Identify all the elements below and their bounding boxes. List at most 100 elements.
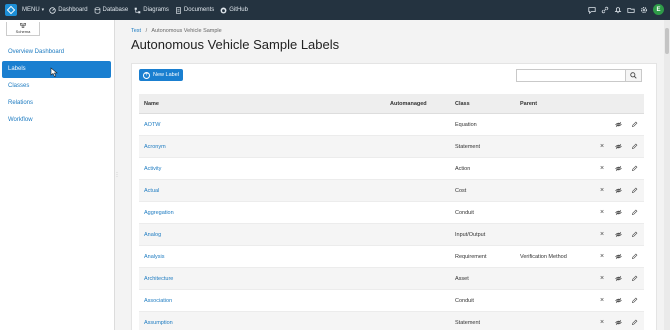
app-logo[interactable] xyxy=(5,4,17,16)
folder-icon[interactable] xyxy=(627,6,635,14)
new-label-button[interactable]: + New Label xyxy=(139,69,183,81)
edit-icon[interactable] xyxy=(630,143,638,151)
edit-icon[interactable] xyxy=(630,165,638,173)
delete-icon[interactable]: × xyxy=(598,231,606,239)
new-label-button-label: New Label xyxy=(153,72,179,78)
scrollbar-thumb[interactable] xyxy=(665,28,669,54)
edit-icon[interactable] xyxy=(630,231,638,239)
edit-icon[interactable] xyxy=(630,187,638,195)
eye-off-icon[interactable] xyxy=(614,253,622,261)
table-row[interactable]: Association Conduit × xyxy=(139,290,644,312)
column-header-automanaged[interactable]: Automanaged xyxy=(390,101,455,107)
delete-icon[interactable]: × xyxy=(598,187,606,195)
edit-icon[interactable] xyxy=(630,297,638,305)
edit-icon[interactable] xyxy=(630,319,638,327)
top-nav: MENU ▾ Dashboard Database Diagrams Docum… xyxy=(22,6,254,14)
nav-documents-label: Documents xyxy=(183,7,215,13)
nav-diagrams[interactable]: Diagrams xyxy=(134,7,169,14)
table-row[interactable]: AOTW Equation × xyxy=(139,114,644,136)
page-scrollbar[interactable] xyxy=(664,20,670,330)
edit-icon[interactable] xyxy=(630,121,638,129)
table-row[interactable]: Analog Input/Output × xyxy=(139,224,644,246)
breadcrumb-separator: / xyxy=(145,28,148,34)
eye-off-icon[interactable] xyxy=(614,121,622,129)
label-class: Statement xyxy=(455,143,481,150)
eye-off-icon[interactable] xyxy=(614,187,622,195)
delete-icon[interactable]: × xyxy=(598,143,606,151)
row-actions: × xyxy=(590,253,644,261)
nav-database[interactable]: Database xyxy=(94,6,128,14)
label-name-link[interactable]: Association xyxy=(139,298,390,304)
edit-icon[interactable] xyxy=(630,253,638,261)
diagrams-icon xyxy=(134,7,141,13)
label-name-link[interactable]: Architecture xyxy=(139,276,390,282)
gear-icon[interactable] xyxy=(640,6,648,14)
sidebar-menu: Overview Dashboard Labels Classes Relati… xyxy=(2,44,111,129)
nav-documents[interactable]: Documents xyxy=(175,6,215,14)
nav-github[interactable]: GitHub xyxy=(220,7,248,14)
table-row[interactable]: Assumption Statement × xyxy=(139,312,644,330)
label-name-link[interactable]: Analog xyxy=(139,232,390,238)
column-header-parent[interactable]: Parent xyxy=(520,101,590,107)
label-name-link[interactable]: Activity xyxy=(139,166,390,172)
table-row[interactable]: Architecture Asset × xyxy=(139,268,644,290)
eye-off-icon[interactable] xyxy=(614,231,622,239)
nav-diagrams-label: Diagrams xyxy=(143,7,169,13)
row-actions: × xyxy=(590,187,644,195)
delete-icon[interactable]: × xyxy=(598,209,606,217)
edit-icon[interactable] xyxy=(630,209,638,217)
eye-off-icon[interactable] xyxy=(614,209,622,217)
link-icon[interactable] xyxy=(601,6,609,14)
sidebar-item-classes[interactable]: Classes xyxy=(2,78,111,95)
bell-icon[interactable] xyxy=(614,6,622,14)
label-class: Requirement xyxy=(455,253,487,260)
eye-off-icon[interactable] xyxy=(614,319,622,327)
nav-dashboard[interactable]: Dashboard xyxy=(49,6,88,14)
eye-off-icon[interactable] xyxy=(614,143,622,151)
column-header-class[interactable]: Class xyxy=(455,101,520,107)
menu-label: MENU xyxy=(22,7,40,13)
label-name-link[interactable]: Acronym xyxy=(139,144,390,150)
eye-off-icon[interactable] xyxy=(614,297,622,305)
row-actions: × xyxy=(590,231,644,239)
documents-icon xyxy=(175,6,181,14)
search-input[interactable] xyxy=(517,70,625,81)
table-row[interactable]: Actual Cost × xyxy=(139,180,644,202)
label-parent: Verification Method xyxy=(520,253,567,260)
main-content: Test / Autonomous Vehicle Sample Autonom… xyxy=(116,20,670,330)
sidebar-item-relations[interactable]: Relations xyxy=(2,95,111,112)
table-row[interactable]: Aggregation Conduit × xyxy=(139,202,644,224)
row-actions: × xyxy=(590,209,644,217)
column-header-name[interactable]: Name xyxy=(139,101,390,107)
edit-icon[interactable] xyxy=(630,275,638,283)
label-name-link[interactable]: Analysis xyxy=(139,254,390,260)
delete-icon[interactable]: × xyxy=(598,297,606,305)
label-name-link[interactable]: Assumption xyxy=(139,320,390,326)
delete-icon[interactable]: × xyxy=(598,275,606,283)
chat-icon[interactable] xyxy=(588,6,596,14)
eye-off-icon[interactable] xyxy=(614,275,622,283)
breadcrumb-root[interactable]: Test xyxy=(131,28,141,34)
delete-icon[interactable]: × xyxy=(598,319,606,327)
delete-icon[interactable]: × xyxy=(598,165,606,173)
label-class: Conduit xyxy=(455,209,474,216)
label-name-link[interactable]: Aggregation xyxy=(139,210,390,216)
label-name-link[interactable]: Actual xyxy=(139,188,390,194)
top-navigation-bar: MENU ▾ Dashboard Database Diagrams Docum… xyxy=(0,0,670,20)
table-row[interactable]: Analysis Requirement Verification Method × xyxy=(139,246,644,268)
delete-icon[interactable]: × xyxy=(598,253,606,261)
label-class: Equation xyxy=(455,121,477,128)
sidebar-item-workflow[interactable]: Workflow xyxy=(2,112,111,129)
sidebar-item-overview-dashboard[interactable]: Overview Dashboard xyxy=(2,44,111,61)
chevron-down-icon: ▾ xyxy=(41,7,45,13)
search-button[interactable] xyxy=(625,70,641,81)
github-icon xyxy=(220,7,227,13)
eye-off-icon[interactable] xyxy=(614,165,622,173)
mouse-cursor-icon xyxy=(50,67,58,77)
menu-button[interactable]: MENU ▾ xyxy=(22,7,44,13)
label-name-link[interactable]: AOTW xyxy=(139,122,390,128)
table-row[interactable]: Activity Action × xyxy=(139,158,644,180)
user-avatar[interactable]: E xyxy=(653,4,664,15)
schema-tab[interactable]: Schema xyxy=(6,22,40,36)
table-row[interactable]: Acronym Statement × xyxy=(139,136,644,158)
